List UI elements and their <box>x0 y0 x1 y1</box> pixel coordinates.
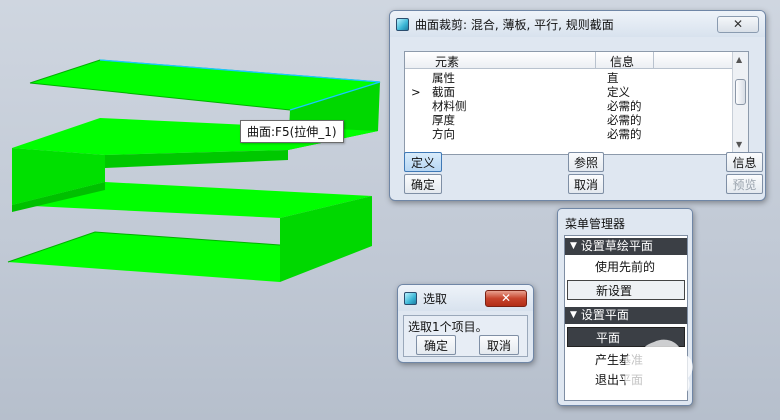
scroll-up-arrow-icon[interactable]: ▲ <box>736 55 742 64</box>
row-info: 必需的 <box>607 99 642 113</box>
ok-button[interactable]: 确定 <box>404 174 442 194</box>
menu-manager-title: 菜单管理器 <box>565 217 626 231</box>
table-row[interactable]: 厚度 必需的 <box>405 113 733 127</box>
feature-dialog: 曲面裁剪: 混合, 薄板, 平行, 规则截面 ✕ 元素 信息 属性 直 > 截面… <box>389 10 766 201</box>
close-button[interactable]: ✕ <box>717 15 759 33</box>
feature-dialog-title: 曲面裁剪: 混合, 薄板, 平行, 规则截面 <box>415 17 614 32</box>
reference-button[interactable]: 参照 <box>568 152 604 172</box>
select-cancel-button[interactable]: 取消 <box>479 335 519 355</box>
row-info: 必需的 <box>607 127 642 141</box>
info-button[interactable]: 信息 <box>726 152 763 172</box>
app-icon <box>404 291 417 305</box>
select-dialog: 选取 ✕ 选取1个项目。 确定 取消 <box>397 284 534 363</box>
feature-tooltip: 曲面:F5(拉伸_1) <box>240 120 344 143</box>
menu-item-new-setup[interactable]: 新设置 <box>567 280 685 300</box>
table-header: 元素 信息 <box>405 52 733 69</box>
row-info: 直 <box>607 71 619 85</box>
menu-header-label: 设置平面 <box>580 308 629 322</box>
row-marker: > <box>411 85 421 99</box>
preview-button[interactable]: 预览 <box>726 174 763 194</box>
row-element: 属性 <box>432 71 455 85</box>
column-divider[interactable] <box>653 52 654 68</box>
triangle-down-icon: ▼ <box>570 241 577 251</box>
menu-header-sketch-plane[interactable]: ▼ 设置草绘平面 <box>565 238 687 255</box>
select-ok-button[interactable]: 确定 <box>416 335 456 355</box>
table-row[interactable]: 材料侧 必需的 <box>405 99 733 113</box>
surface-slab-bottom[interactable] <box>7 231 281 282</box>
row-info: 必需的 <box>607 113 642 127</box>
menu-item-use-previous[interactable]: 使用先前的 <box>567 257 685 277</box>
menu-header-set-plane[interactable]: ▼ 设置平面 <box>565 307 687 324</box>
row-element: 厚度 <box>432 113 455 127</box>
column-divider[interactable] <box>595 52 596 68</box>
row-element: 截面 <box>432 85 455 99</box>
triangle-down-icon: ▼ <box>570 310 577 320</box>
column-header-info[interactable]: 信息 <box>610 53 634 70</box>
model-viewport[interactable] <box>0 0 390 300</box>
table-row[interactable]: 属性 直 <box>405 71 733 85</box>
row-element: 方向 <box>432 127 455 141</box>
row-info: 定义 <box>607 85 630 99</box>
select-message: 选取1个项目。 <box>408 320 488 334</box>
scroll-down-arrow-icon[interactable]: ▼ <box>736 140 742 149</box>
select-dialog-panel: 选取1个项目。 确定 取消 <box>403 315 528 357</box>
define-button[interactable]: 定义 <box>404 152 442 172</box>
column-header-element[interactable]: 元素 <box>435 53 459 70</box>
table-row[interactable]: > 截面 定义 <box>405 85 733 99</box>
row-element: 材料侧 <box>432 99 467 113</box>
close-icon: ✕ <box>500 291 512 305</box>
table-row[interactable]: 方向 必需的 <box>405 127 733 141</box>
table-scrollbar[interactable]: ▲ ▼ <box>732 52 748 154</box>
element-table: 元素 信息 属性 直 > 截面 定义 材料侧 必需的 厚度 必需的 方向 必需的… <box>404 51 749 155</box>
menu-header-label: 设置草绘平面 <box>580 239 653 253</box>
close-button[interactable]: ✕ <box>485 289 527 307</box>
close-icon: ✕ <box>732 17 744 31</box>
app-icon <box>396 17 409 31</box>
cancel-button[interactable]: 取消 <box>568 174 604 194</box>
feature-dialog-titlebar[interactable]: 曲面裁剪: 混合, 薄板, 平行, 规则截面 ✕ <box>390 11 765 37</box>
select-dialog-title: 选取 <box>423 291 448 306</box>
select-dialog-titlebar[interactable]: 选取 ✕ <box>398 285 533 311</box>
scroll-thumb[interactable] <box>735 79 746 105</box>
watermark-logo <box>624 339 693 400</box>
